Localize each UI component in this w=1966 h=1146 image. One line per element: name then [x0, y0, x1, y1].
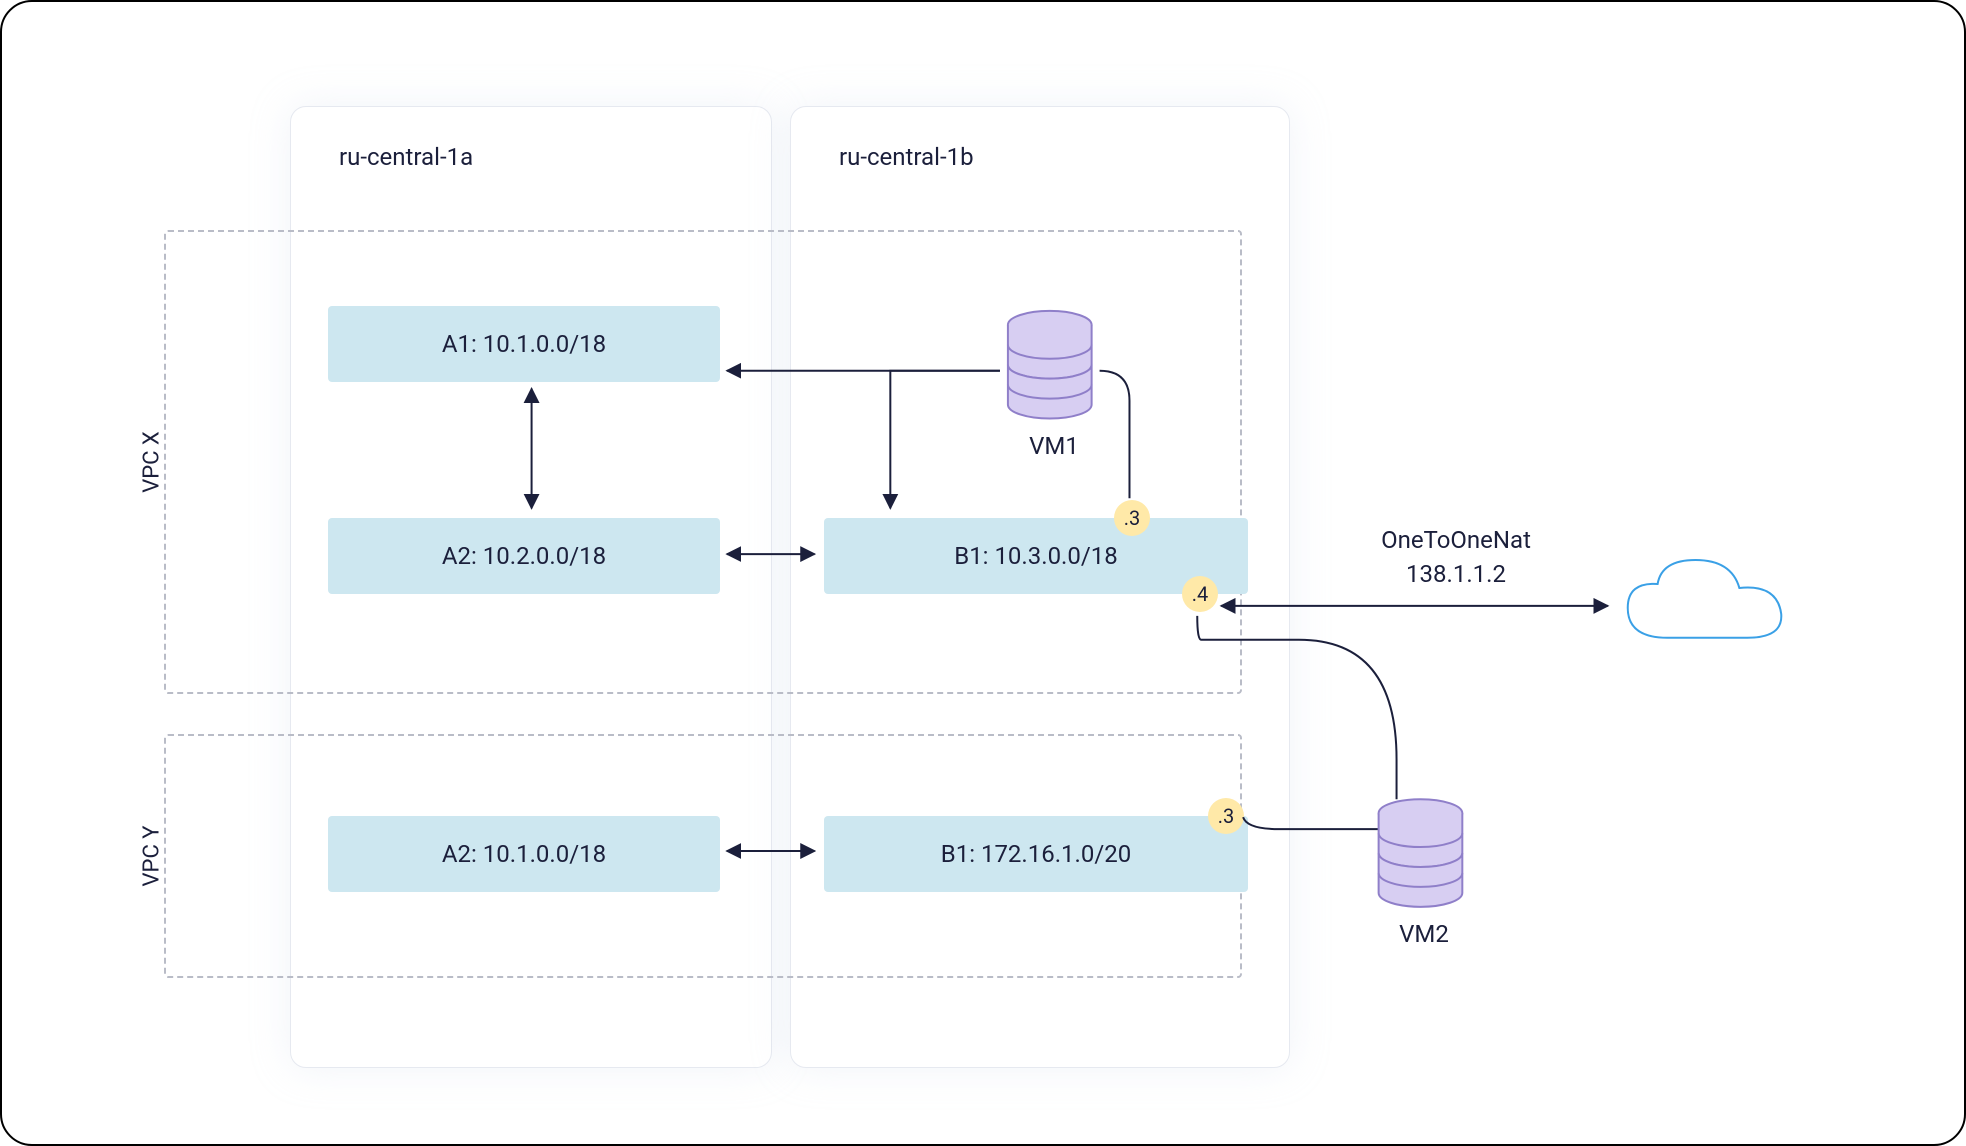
vpc-y-label: VPC Y: [140, 826, 165, 887]
vm2-label: VM2: [1384, 920, 1464, 948]
database-icon: [1379, 799, 1463, 907]
subnet-y-a2: A2: 10.1.0.0/18: [328, 816, 720, 892]
subnet-y-b1: B1: 172.16.1.0/20: [824, 816, 1248, 892]
vpc-x: VPC X: [164, 230, 1242, 694]
nat-ip: 138.1.1.2: [1406, 560, 1506, 588]
badge-x-b1-top: .3: [1114, 500, 1150, 536]
vm1-label: VM1: [1014, 432, 1094, 460]
nat-label: OneToOneNat 138.1.1.2: [1346, 524, 1566, 591]
vpc-x-label: VPC X: [140, 431, 165, 492]
badge-x-b1-bottom: .4: [1182, 576, 1218, 612]
nat-title: OneToOneNat: [1381, 526, 1531, 554]
zone-b-label: ru-central-1b: [839, 143, 974, 171]
subnet-x-a2: A2: 10.2.0.0/18: [328, 518, 720, 594]
badge-y-b1: .3: [1208, 798, 1244, 834]
subnet-x-a1: A1: 10.1.0.0/18: [328, 306, 720, 382]
cloud-icon: [1628, 560, 1782, 638]
zone-a-label: ru-central-1a: [339, 143, 473, 171]
diagram-canvas: ru-central-1a ru-central-1b VPC X VPC Y …: [0, 0, 1966, 1146]
